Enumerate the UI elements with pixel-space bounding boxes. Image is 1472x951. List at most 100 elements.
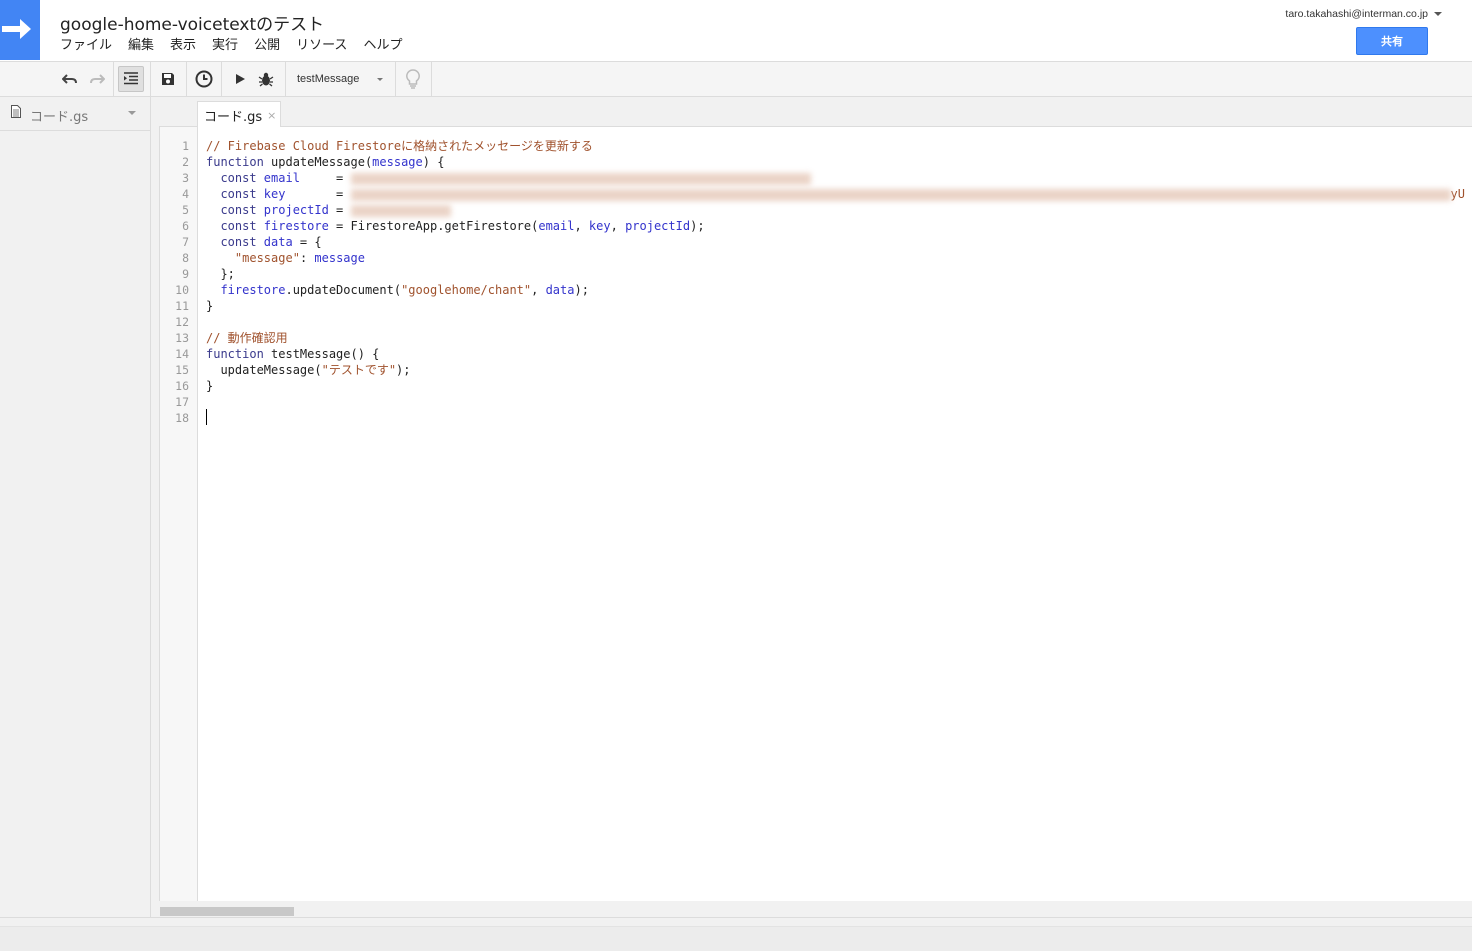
- account-email: taro.takahashi@interman.co.jp: [1285, 8, 1428, 20]
- sidebar-file-code-gs[interactable]: コード.gs: [0, 97, 150, 131]
- code-token: updateMessage(: [263, 155, 373, 169]
- toolbar-divider: [186, 62, 187, 96]
- line-number: 5: [182, 203, 189, 217]
- toolbar: testMessage: [0, 61, 1472, 97]
- apps-script-logo[interactable]: [0, 0, 40, 60]
- code-token: =: [328, 203, 351, 217]
- toolbar-divider: [221, 62, 222, 96]
- code-token: const: [206, 203, 264, 217]
- clock-icon: [195, 70, 213, 88]
- line-number: 13: [175, 331, 189, 345]
- code-token: firestore: [263, 219, 329, 233]
- header: google-home-voicetextのテスト ファイル 編集 表示 実行 …: [0, 0, 1472, 61]
- redo-button[interactable]: [84, 66, 110, 92]
- menu-resources[interactable]: リソース: [288, 37, 355, 55]
- toolbar-divider: [113, 62, 114, 96]
- code-editor[interactable]: // Firebase Cloud Firestoreに格納されたメッセージを更…: [198, 127, 1472, 901]
- lightbulb-button[interactable]: [400, 66, 426, 92]
- code-line: }: [206, 378, 213, 394]
- code-line: const key = yU: [206, 186, 1465, 202]
- function-select[interactable]: testMessage: [297, 66, 389, 92]
- code-token: yU: [1450, 187, 1465, 201]
- code-token: email: [538, 219, 575, 233]
- menu-help[interactable]: ヘルプ: [355, 37, 410, 55]
- account-switcher[interactable]: taro.takahashi@interman.co.jp: [1285, 8, 1442, 20]
- line-number: 7: [182, 235, 189, 249]
- redacted-value: [350, 204, 451, 217]
- code-token: firestore: [220, 283, 286, 297]
- line-number: 3: [182, 171, 189, 185]
- run-button[interactable]: [227, 66, 253, 92]
- debug-button[interactable]: [253, 66, 279, 92]
- line-number: 14: [175, 347, 189, 361]
- indent-button[interactable]: [118, 66, 144, 92]
- project-title[interactable]: google-home-voicetextのテスト: [60, 10, 324, 35]
- code-token: data: [263, 235, 293, 249]
- share-button[interactable]: 共有: [1356, 27, 1428, 55]
- undo-icon: [62, 74, 77, 84]
- code-token: ,: [610, 219, 626, 233]
- sidebar-file-label: コード.gs: [30, 110, 89, 125]
- chevron-down-icon: [1434, 12, 1442, 16]
- line-number: 16: [175, 379, 189, 393]
- code-token: const: [206, 187, 264, 201]
- close-icon[interactable]: ×: [267, 109, 276, 122]
- tab-label: コード.gs: [204, 109, 263, 125]
- line-number: 6: [182, 219, 189, 233]
- file-sidebar: コード.gs: [0, 97, 151, 917]
- code-line: // 動作確認用: [206, 330, 288, 346]
- code-token: ) {: [422, 155, 445, 169]
- code-token: };: [206, 267, 235, 281]
- status-bar: [0, 917, 1472, 951]
- code-token: message: [314, 251, 365, 265]
- code-token: updateMessage(: [206, 363, 322, 377]
- line-number: 11: [175, 299, 189, 313]
- code-token: =: [299, 171, 351, 185]
- code-token: );: [396, 363, 411, 377]
- line-number: 1: [182, 139, 189, 153]
- code-line: // Firebase Cloud Firestoreに格納されたメッセージを更…: [206, 138, 593, 154]
- menu-publish[interactable]: 公開: [246, 37, 288, 55]
- redo-icon: [90, 74, 105, 84]
- code-token: key: [263, 187, 286, 201]
- undo-button[interactable]: [57, 66, 83, 92]
- file-icon: [11, 105, 21, 118]
- code-token: data: [545, 283, 575, 297]
- tab-bar: コード.gs ×: [159, 97, 1472, 128]
- menu-view[interactable]: 表示: [162, 37, 204, 55]
- code-token: const: [206, 235, 264, 249]
- tab-code-gs[interactable]: コード.gs ×: [197, 101, 281, 128]
- code-token: ,: [574, 219, 589, 233]
- line-number: 18: [175, 411, 189, 425]
- code-line: };: [206, 266, 235, 282]
- toolbar-divider: [150, 62, 151, 96]
- menu-run[interactable]: 実行: [204, 37, 246, 55]
- save-button[interactable]: [155, 66, 181, 92]
- menu-edit[interactable]: 編集: [120, 37, 162, 55]
- triggers-button[interactable]: [191, 66, 217, 92]
- bug-icon: [258, 72, 274, 87]
- toolbar-divider: [431, 62, 432, 96]
- line-number: 15: [175, 363, 189, 377]
- line-number: 4: [182, 187, 189, 201]
- code-token: const: [206, 219, 264, 233]
- code-token: = FirestoreApp.getFirestore(: [328, 219, 539, 233]
- toolbar-divider: [395, 62, 396, 96]
- indent-icon: [124, 72, 138, 85]
- chevron-down-icon: [377, 78, 383, 81]
- menu-file[interactable]: ファイル: [60, 37, 120, 55]
- text-cursor: [206, 409, 207, 425]
- code-token: // Firebase Cloud Firestoreに格納されたメッセージを更…: [206, 139, 593, 153]
- chevron-down-icon[interactable]: [128, 111, 136, 115]
- horizontal-scrollbar-thumb[interactable]: [160, 907, 294, 916]
- code-line: const email =: [206, 170, 811, 186]
- code-token: function: [206, 155, 264, 169]
- code-token: "googlehome/chant": [401, 283, 532, 297]
- line-number: 2: [182, 155, 189, 169]
- status-bar-inner: [0, 926, 1472, 951]
- code-line: updateMessage("テストです");: [206, 362, 411, 378]
- horizontal-scrollbar-track[interactable]: [152, 901, 1472, 917]
- code-token: testMessage() {: [263, 347, 380, 361]
